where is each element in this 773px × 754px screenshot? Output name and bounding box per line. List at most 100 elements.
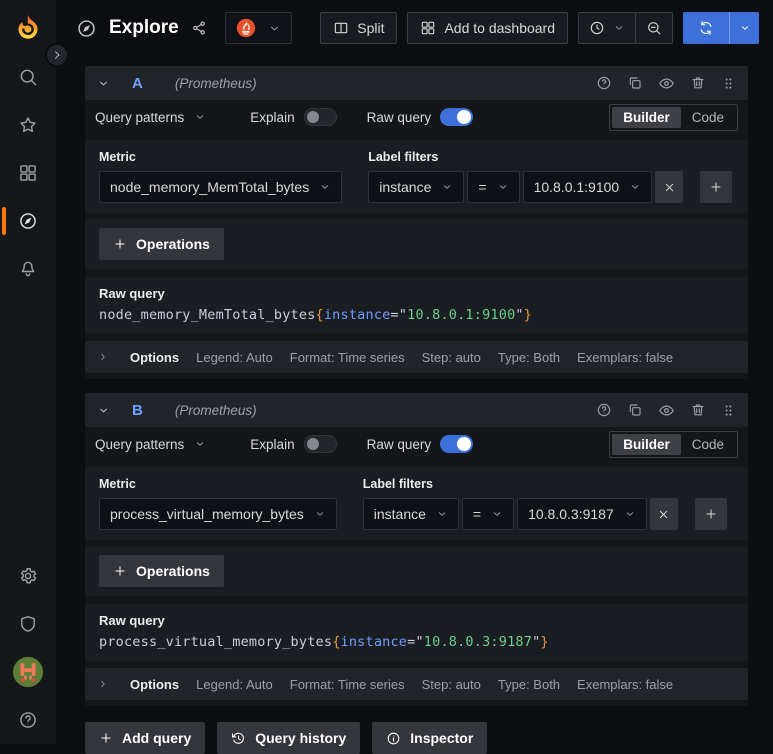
metric-field-label: Metric: [99, 477, 337, 491]
sidebar-item-server-admin[interactable]: [0, 600, 56, 648]
user-avatar: [13, 657, 43, 687]
inspector-button[interactable]: Inspector: [372, 722, 487, 754]
chevron-down-icon: [624, 508, 636, 520]
raw-query-toggle[interactable]: [440, 435, 473, 453]
metric-field: Metric process_virtual_memory_bytes: [99, 477, 337, 530]
filter-label-select[interactable]: instance: [368, 171, 464, 203]
split-icon: [333, 20, 349, 36]
query-help-button[interactable]: [596, 402, 612, 418]
code-mode-tab[interactable]: Code: [681, 434, 735, 455]
remove-query-trash-button[interactable]: [690, 402, 706, 418]
chevron-down-icon: [194, 438, 206, 450]
metric-select[interactable]: node_memory_MemTotal_bytes: [99, 171, 342, 203]
code-mode-tab[interactable]: Code: [681, 107, 735, 128]
drag-grip-icon[interactable]: [721, 76, 736, 91]
metric-field: Metric node_memory_MemTotal_bytes: [99, 150, 342, 203]
query-options-row[interactable]: Options Legend: Auto Format: Time series…: [85, 668, 748, 700]
raw-query-toggle-label: Raw query: [367, 437, 432, 452]
builder-mode-tab[interactable]: Builder: [612, 434, 681, 455]
filter-operator-value: =: [478, 179, 486, 195]
filter-value-value: 10.8.0.3:9187: [528, 506, 614, 522]
help-circle-icon: [18, 710, 38, 730]
sidebar-item-dashboards[interactable]: [0, 149, 56, 197]
add-query-button[interactable]: Add query: [85, 722, 205, 754]
filter-value-value: 10.8.0.1:9100: [534, 179, 620, 195]
options-exemplars: Exemplars: false: [577, 350, 673, 365]
share-alt-icon[interactable]: [191, 20, 207, 36]
add-to-dashboard-button[interactable]: Add to dashboard: [407, 12, 568, 44]
query-ref-id[interactable]: A: [132, 75, 143, 92]
explain-label: Explain: [250, 437, 294, 452]
filter-value-select[interactable]: 10.8.0.1:9100: [523, 171, 653, 203]
label-filters-field: Label filters instance = 10.8.: [363, 477, 727, 530]
sidebar-expand-button[interactable]: [45, 43, 69, 67]
search-icon: [18, 67, 38, 87]
metric-select-value: node_memory_MemTotal_bytes: [110, 179, 309, 195]
remove-filter-button[interactable]: [650, 498, 678, 530]
query-editor-body: Query patterns Explain Raw query Builder…: [85, 100, 748, 379]
query-ref-id[interactable]: B: [132, 402, 143, 419]
sidebar-item-help[interactable]: [0, 696, 56, 744]
compass-explore-icon: [76, 18, 97, 39]
sidebar-item-profile[interactable]: [0, 648, 56, 696]
drag-grip-icon[interactable]: [721, 403, 736, 418]
explain-toggle[interactable]: [304, 435, 337, 453]
sidebar-item-alerting[interactable]: [0, 245, 56, 293]
sidebar-item-configuration[interactable]: [0, 552, 56, 600]
explain-label: Explain: [250, 110, 294, 125]
chevron-down-icon: [268, 22, 281, 35]
query-help-button[interactable]: [596, 75, 612, 91]
disable-query-eye-button[interactable]: [658, 402, 675, 419]
options-format: Format: Time series: [290, 677, 405, 692]
raw-query-title: Raw query: [99, 286, 734, 301]
grafana-logo[interactable]: [13, 13, 43, 43]
metric-filters-card: Metric process_virtual_memory_bytes Labe…: [85, 467, 748, 540]
times-icon: [657, 508, 670, 521]
query-row-header: B (Prometheus): [85, 393, 748, 427]
disable-query-eye-button[interactable]: [658, 75, 675, 92]
secondary-actions: Add query Query history Inspector: [85, 722, 748, 754]
add-filter-button[interactable]: [700, 171, 732, 203]
filter-label-select[interactable]: instance: [363, 498, 459, 530]
sync-icon: [698, 20, 714, 36]
add-operation-button[interactable]: Operations: [99, 228, 224, 260]
metric-select[interactable]: process_virtual_memory_bytes: [99, 498, 337, 530]
query-history-button[interactable]: Query history: [217, 722, 360, 754]
zoom-out-time-button[interactable]: [635, 13, 672, 43]
datasource-picker[interactable]: [225, 12, 292, 44]
run-query-button[interactable]: [683, 12, 729, 44]
code-string-value: 10.8.0.3:9187: [424, 634, 532, 650]
sidebar-item-explore[interactable]: [0, 197, 56, 245]
add-operation-button[interactable]: Operations: [99, 555, 224, 587]
plus-icon: [704, 507, 718, 521]
duplicate-query-button[interactable]: [627, 402, 643, 418]
code-string-value: 10.8.0.1:9100: [407, 307, 515, 323]
sidebar-item-starred[interactable]: [0, 101, 56, 149]
chevron-down-icon: [739, 22, 751, 34]
history-icon: [231, 731, 246, 746]
explore-pane: A (Prometheus) Query patterns Explain: [56, 56, 773, 744]
remove-query-trash-button[interactable]: [690, 75, 706, 91]
code-label-name: instance: [341, 634, 408, 650]
add-filter-button[interactable]: [695, 498, 727, 530]
collapse-chevron-icon[interactable]: [97, 77, 110, 90]
time-range-picker[interactable]: [579, 13, 635, 43]
filter-operator-select[interactable]: =: [467, 171, 519, 203]
filter-operator-select[interactable]: =: [462, 498, 514, 530]
explain-toggle[interactable]: [304, 108, 337, 126]
query-options-row[interactable]: Options Legend: Auto Format: Time series…: [85, 341, 748, 373]
builder-mode-tab[interactable]: Builder: [612, 107, 681, 128]
filter-value-select[interactable]: 10.8.0.3:9187: [517, 498, 647, 530]
query-patterns-dropdown[interactable]: Query patterns: [95, 437, 206, 452]
query-patterns-dropdown[interactable]: Query patterns: [95, 110, 206, 125]
duplicate-query-button[interactable]: [627, 75, 643, 91]
remove-filter-button[interactable]: [655, 171, 683, 203]
run-query-interval-dropdown[interactable]: [729, 12, 759, 44]
raw-query-toggle[interactable]: [440, 108, 473, 126]
topbar: Explore Split Add to dashboar: [56, 0, 773, 56]
label-filters-field: Label filters instance = 10.8.: [368, 150, 732, 203]
collapse-chevron-icon[interactable]: [97, 404, 110, 417]
apps-grid-icon: [420, 20, 436, 36]
raw-query-toggle-label: Raw query: [367, 110, 432, 125]
split-button[interactable]: Split: [320, 12, 397, 44]
